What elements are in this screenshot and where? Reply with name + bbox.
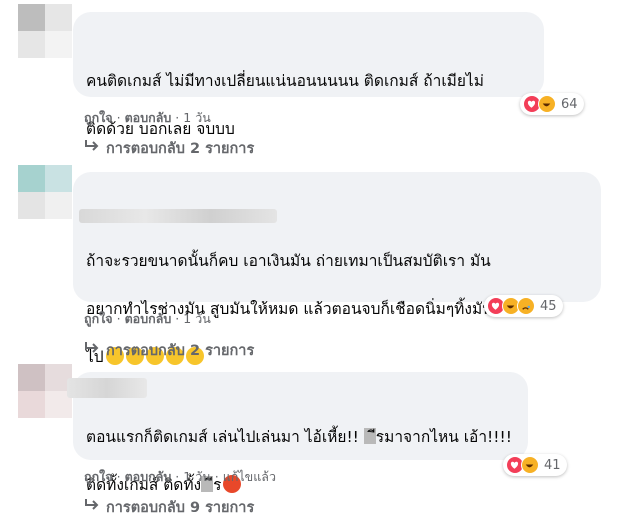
avatar[interactable] <box>18 364 72 418</box>
reply-link[interactable]: ตอบกลับ <box>125 311 172 326</box>
like-link[interactable]: ถูกใจ <box>84 311 113 326</box>
censored-text <box>363 428 376 444</box>
avatar[interactable] <box>18 165 72 219</box>
sad-reaction-icon <box>517 297 535 315</box>
reaction-count: 64 <box>561 96 578 112</box>
reaction-count: 41 <box>544 457 561 473</box>
comment-bubble: ตอนแรกก็ติดเกมส์ เล่นไปเล่นมา ไอ้เหี้ย!!… <box>67 372 528 494</box>
reply-arrow-icon <box>84 139 106 157</box>
comment-bubble: คนติดเกมส์ ไม่มีทางเปลี่ยนแน่นอนนนนน ติด… <box>73 12 544 138</box>
reaction-count: 45 <box>540 298 557 314</box>
comment-text-part: ตอนแรกก็ติดเกมส์ เล่นไปเล่นมา ไอ้เหี้ย!! <box>86 428 364 446</box>
reply-link[interactable]: ตอบกลับ <box>125 469 172 484</box>
haha-reaction-icon <box>521 456 539 474</box>
comment-actions: ถูกใจ · ตอบกลับ · 1 วัน <box>84 311 211 326</box>
edited-label[interactable]: แก้ไขแล้ว <box>223 469 276 484</box>
view-replies-link[interactable]: การตอบกลับ 2 รายการ <box>84 137 254 160</box>
comment-time[interactable]: 1 วัน <box>183 311 211 326</box>
comment-text-line: คนติดเกมส์ ไม่มีทางเปลี่ยนแน่นอนนนนน ติด… <box>86 72 484 90</box>
haha-reaction-icon <box>538 95 556 113</box>
replies-count-label: การตอบกลับ 2 รายการ <box>106 343 255 359</box>
reaction-summary[interactable]: 41 <box>503 454 567 476</box>
reply-arrow-icon <box>84 341 106 359</box>
comment-text-part: ีรมาจากไหน เอ้า!!!! <box>375 428 512 446</box>
replies-count-label: การตอบกลับ 2 รายการ <box>106 141 255 157</box>
avatar[interactable] <box>18 4 72 58</box>
blurred-author-name <box>67 378 147 398</box>
comment-time[interactable]: 1 วัน <box>183 469 211 484</box>
like-link[interactable]: ถูกใจ <box>84 469 113 484</box>
blurred-author-name <box>79 209 277 223</box>
replies-count-label: การตอบกลับ 9 รายการ <box>106 500 255 516</box>
comment-actions: ถูกใจ · ตอบกลับ · 1 วัน <box>84 110 211 125</box>
reply-link[interactable]: ตอบกลับ <box>125 110 172 125</box>
comment-time[interactable]: 1 วัน <box>183 110 211 125</box>
reaction-summary[interactable]: 45 <box>484 295 563 317</box>
comment-bubble: ถ้าจะรวยขนาดนั้นก็คบ เอาเงินมัน ถ่ายเทมา… <box>73 172 601 366</box>
view-replies-link[interactable]: การตอบกลับ 9 รายการ <box>84 496 254 519</box>
view-replies-link[interactable]: การตอบกลับ 2 รายการ <box>84 339 254 362</box>
comment-text-line: ถ้าจะรวยขนาดนั้นก็คบ เอาเงินมัน ถ่ายเทมา… <box>86 252 491 270</box>
reaction-summary[interactable]: 64 <box>520 93 584 115</box>
like-link[interactable]: ถูกใจ <box>84 110 113 125</box>
reply-arrow-icon <box>84 498 106 516</box>
comment-actions: ถูกใจ · ตอบกลับ · 1 วัน · แก้ไขแล้ว <box>84 469 276 484</box>
